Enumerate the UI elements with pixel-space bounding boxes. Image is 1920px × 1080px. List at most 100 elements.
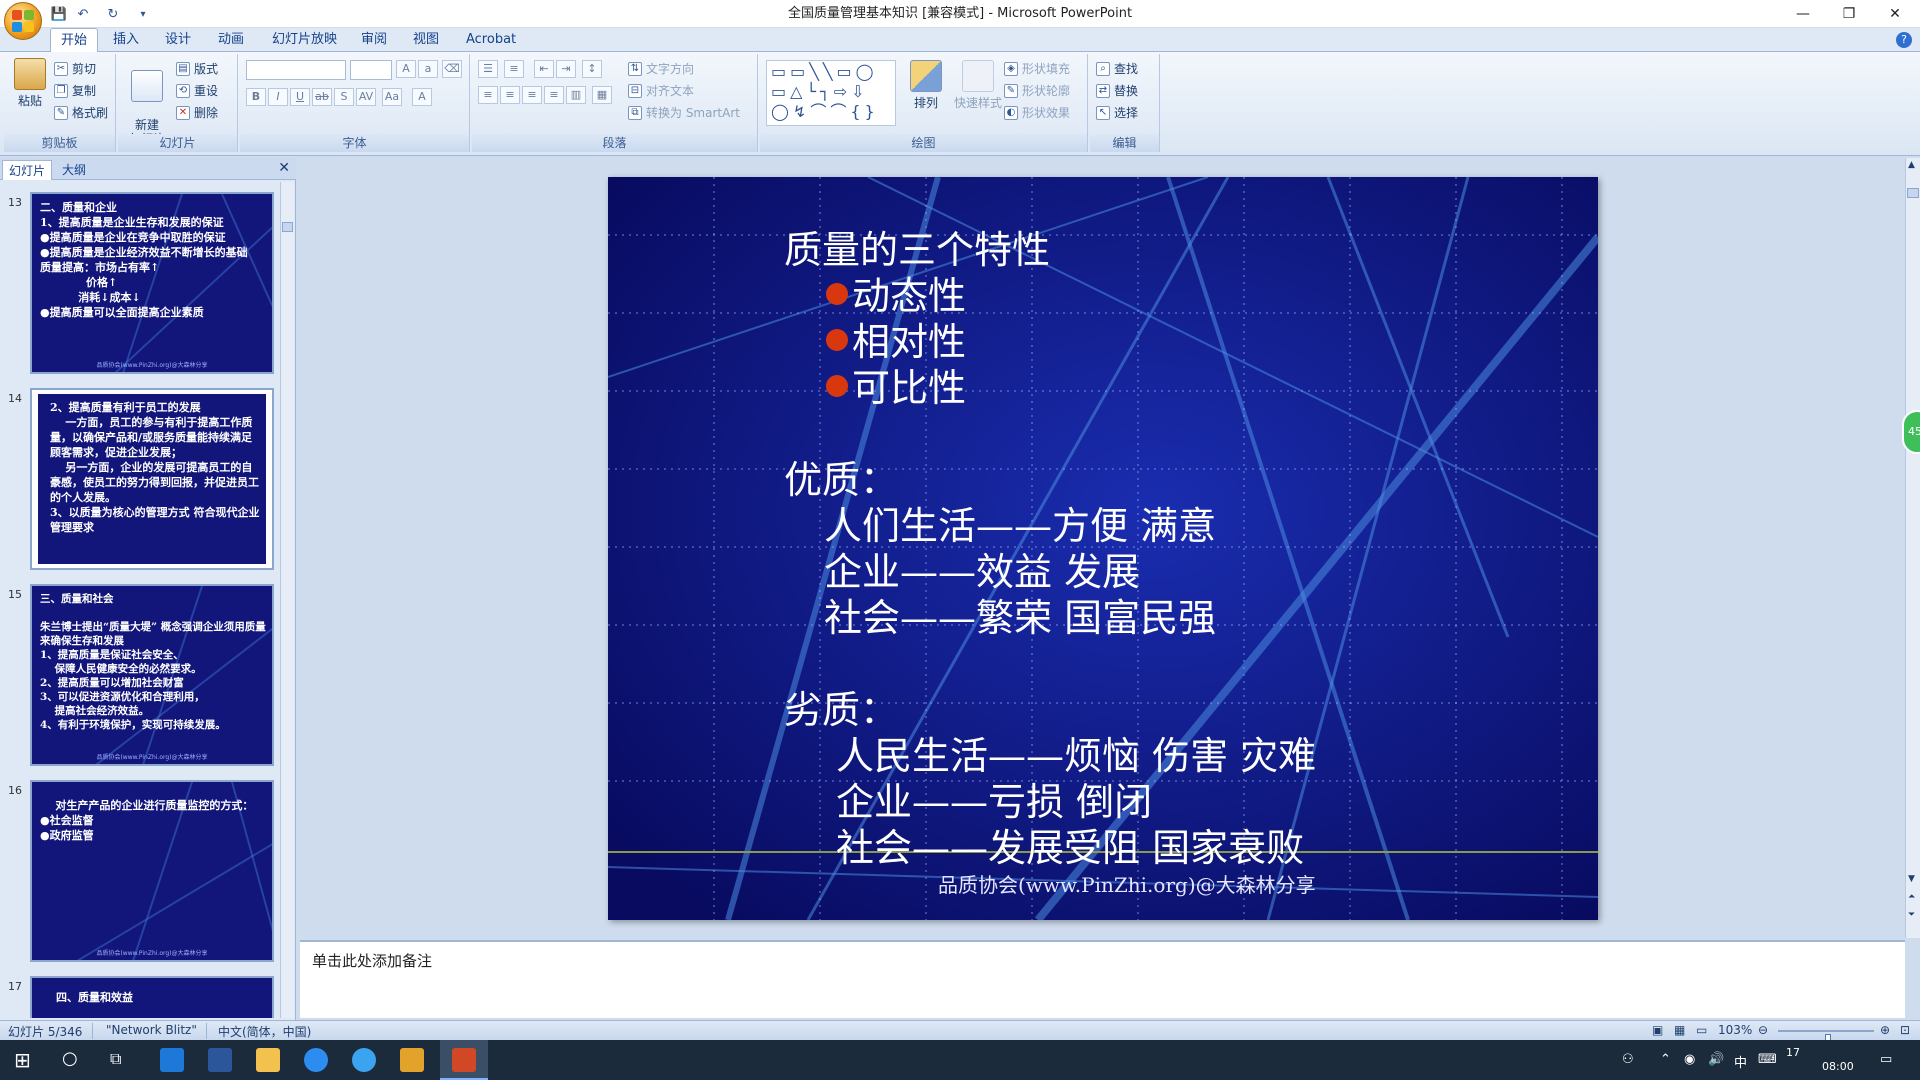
help-icon[interactable]: ? <box>1896 32 1912 48</box>
quick-styles-button[interactable]: 快速样式 <box>950 60 1006 111</box>
office-button[interactable] <box>4 2 42 40</box>
font-size-combo[interactable] <box>350 60 392 80</box>
change-case-icon[interactable]: Aa <box>382 88 402 106</box>
align-left-icon[interactable]: ≡ <box>478 86 498 104</box>
align-text-button[interactable]: ⊟ 对齐文本 <box>628 82 694 99</box>
slide-sorter-icon[interactable]: ▦ <box>1674 1023 1685 1037</box>
scroll-down-icon[interactable]: ▼ <box>1908 874 1915 884</box>
app-icon[interactable] <box>400 1048 424 1072</box>
slide-thumbnail[interactable]: 2、提高质量有利于员工的发展 一方面，员工的参与有利于提高工作质量，以确保产品和… <box>30 388 274 570</box>
scroll-thumb[interactable] <box>1907 188 1919 198</box>
tab-acrobat[interactable]: Acrobat <box>456 28 526 52</box>
scroll-thumb[interactable] <box>282 222 293 232</box>
arrange-button[interactable]: 排列 <box>904 60 948 111</box>
cut-button[interactable]: ✂ 剪切 <box>54 60 96 77</box>
underline-icon[interactable]: U <box>290 88 310 106</box>
align-right-icon[interactable]: ≡ <box>522 86 542 104</box>
slide-thumbnail[interactable]: 二、质量和企业 1、提高质量是企业生存和发展的保证 ●提高质量是企业在竞争中取胜… <box>30 192 274 374</box>
slide-thumbnail[interactable]: 四、质量和效益 <box>30 976 274 1018</box>
close-pane-icon[interactable]: ✕ <box>278 160 290 176</box>
tab-view[interactable]: 视图 <box>403 28 449 52</box>
numbering-icon[interactable]: ≡ <box>504 60 524 78</box>
tray-time[interactable]: 08:00 <box>1822 1060 1854 1073</box>
language-indicator[interactable]: 中文(简体，中国) <box>218 1023 311 1040</box>
ime-mode-icon[interactable]: ⌨ <box>1758 1052 1777 1067</box>
text-direction-button[interactable]: ⇅ 文字方向 <box>628 60 694 77</box>
slideshow-icon[interactable]: ▭ <box>1696 1023 1707 1037</box>
close-button[interactable]: ✕ <box>1872 0 1918 28</box>
tab-slideshow[interactable]: 幻灯片放映 <box>262 28 347 52</box>
clear-format-icon[interactable]: ⌫ <box>442 60 462 78</box>
justify-icon[interactable]: ≡ <box>544 86 564 104</box>
windows-start-icon[interactable]: ⊞ <box>14 1048 31 1072</box>
browser-icon[interactable] <box>304 1048 328 1072</box>
shadow-icon[interactable]: S <box>334 88 354 106</box>
maximize-button[interactable]: ❐ <box>1826 0 1872 28</box>
normal-view-icon[interactable]: ▣ <box>1652 1023 1663 1037</box>
layout-button[interactable]: ▤ 版式 <box>176 60 218 77</box>
undo-icon[interactable]: ↶ <box>74 5 92 23</box>
volume-icon[interactable]: 🔊 <box>1708 1052 1724 1067</box>
columns-icon[interactable]: ▦ <box>592 86 612 104</box>
find-button[interactable]: ⌕ 查找 <box>1096 60 1138 77</box>
redo-icon[interactable]: ↻ <box>104 5 122 23</box>
powerpoint-icon[interactable] <box>452 1048 476 1072</box>
zoom-level[interactable]: 103% <box>1718 1023 1752 1037</box>
distribute-icon[interactable]: ▥ <box>566 86 586 104</box>
bullets-icon[interactable]: ☰ <box>478 60 498 78</box>
ie-browser-icon[interactable] <box>352 1048 376 1072</box>
select-button[interactable]: ↖ 选择 <box>1096 104 1138 121</box>
zoom-out-icon[interactable]: ⊖ <box>1758 1023 1768 1037</box>
current-slide[interactable]: 质量的三个特性 动态性 相对性 可比性 优质： 人们生活——方便 满意 企业——… <box>608 177 1598 920</box>
smartart-button[interactable]: ⧉ 转换为 SmartArt <box>628 104 740 121</box>
save-icon[interactable]: 💾 <box>50 5 68 23</box>
floating-widget-icon[interactable]: 45 <box>1902 410 1920 454</box>
tray-date[interactable]: 17 <box>1786 1046 1800 1059</box>
scroll-up-icon[interactable]: ▲ <box>1908 160 1915 170</box>
reset-button[interactable]: ⟲ 重设 <box>176 82 218 99</box>
paste-button[interactable]: 粘贴 <box>8 58 52 109</box>
shape-effects-button[interactable]: ◐ 形状效果 <box>1004 104 1070 121</box>
notification-icon[interactable]: ▭ <box>1880 1052 1892 1067</box>
customize-qat-icon[interactable]: ▾ <box>134 5 152 23</box>
align-center-icon[interactable]: ≡ <box>500 86 520 104</box>
tab-outline[interactable]: 大纲 <box>56 160 92 180</box>
replace-button[interactable]: ⇄ 替换 <box>1096 82 1138 99</box>
qq-icon[interactable]: ◉ <box>1684 1052 1695 1067</box>
thumbnail-scrollbar[interactable] <box>280 182 294 1018</box>
tray-expand-icon[interactable]: ⌃ <box>1660 1052 1671 1067</box>
decrease-indent-icon[interactable]: ⇤ <box>534 60 554 78</box>
notes-pane[interactable]: 单击此处添加备注 <box>300 940 1905 1018</box>
tab-review[interactable]: 审阅 <box>351 28 397 52</box>
italic-icon[interactable]: I <box>268 88 288 106</box>
shape-fill-button[interactable]: ◈ 形状填充 <box>1004 60 1070 77</box>
minimize-button[interactable]: — <box>1780 0 1826 28</box>
shapes-gallery[interactable]: ▭▭╲╲▭◯ ▭△└┐⇨⇩ ◯↯⌒⌒{} <box>766 60 896 126</box>
task-view-icon[interactable]: ⧉ <box>110 1049 121 1069</box>
notes-placeholder[interactable]: 单击此处添加备注 <box>312 950 432 971</box>
bold-icon[interactable]: B <box>246 88 266 106</box>
search-icon[interactable]: ○ <box>62 1048 78 1069</box>
edge-browser-icon[interactable] <box>160 1048 184 1072</box>
next-slide-icon[interactable]: ⏷ <box>1908 910 1915 920</box>
slide-thumbnail[interactable]: 对生产产品的企业进行质量监控的方式： ●社会监督 ●政府监管 品质协会(www.… <box>30 780 274 962</box>
people-icon[interactable]: ⚇ <box>1622 1052 1634 1067</box>
previous-slide-icon[interactable]: ⏶ <box>1908 892 1915 902</box>
fit-to-window-icon[interactable]: ⊡ <box>1900 1023 1910 1037</box>
zoom-slider[interactable] <box>1778 1030 1874 1046</box>
line-spacing-icon[interactable]: ↕ <box>582 60 602 78</box>
ime-indicator[interactable]: 中 <box>1734 1052 1747 1071</box>
new-slide-button[interactable]: 新建 幻灯片 <box>122 56 172 146</box>
delete-slide-button[interactable]: ✕ 删除 <box>176 104 218 121</box>
slide-scrollbar[interactable]: ▲ ▼ ⏶ ⏷ <box>1905 158 1920 938</box>
tab-slides[interactable]: 幻灯片 <box>2 160 53 180</box>
strikethrough-icon[interactable]: ab <box>312 88 332 106</box>
grow-font-icon[interactable]: A <box>396 60 416 78</box>
zoom-in-icon[interactable]: ⊕ <box>1880 1023 1890 1037</box>
tab-home[interactable]: 开始 <box>50 28 99 53</box>
tab-insert[interactable]: 插入 <box>103 28 149 52</box>
tab-design[interactable]: 设计 <box>155 28 201 52</box>
shrink-font-icon[interactable]: a <box>418 60 438 78</box>
font-name-combo[interactable] <box>246 60 346 80</box>
format-painter-button[interactable]: ✎ 格式刷 <box>54 104 108 121</box>
